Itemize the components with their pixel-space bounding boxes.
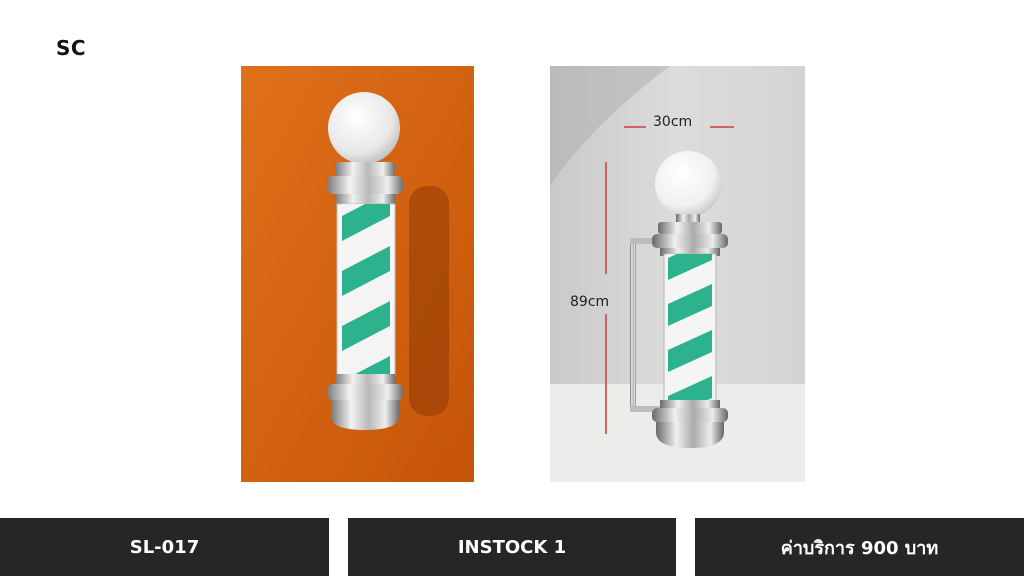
product-photo-dimensions: 30cm 89cm bbox=[550, 66, 805, 482]
brand-logo-text: SC bbox=[56, 36, 87, 60]
spiral-stripes bbox=[342, 204, 390, 374]
spiral-stripes bbox=[668, 254, 712, 400]
stock-status-bar: INSTOCK 1 bbox=[348, 518, 676, 576]
stock-status: INSTOCK 1 bbox=[457, 536, 567, 558]
width-label: 30cm bbox=[653, 114, 692, 130]
product-photo-front bbox=[241, 66, 474, 482]
model-code: SL-017 bbox=[129, 536, 200, 558]
height-label: 89cm bbox=[570, 294, 609, 310]
globe-lamp bbox=[328, 92, 400, 164]
model-code-bar: SL-017 bbox=[0, 518, 329, 576]
price-label: ค่าบริการ 900 บาท bbox=[780, 537, 939, 559]
price-bar: ค่าบริการ 900 บาท bbox=[695, 518, 1024, 576]
globe-lamp bbox=[655, 151, 721, 217]
